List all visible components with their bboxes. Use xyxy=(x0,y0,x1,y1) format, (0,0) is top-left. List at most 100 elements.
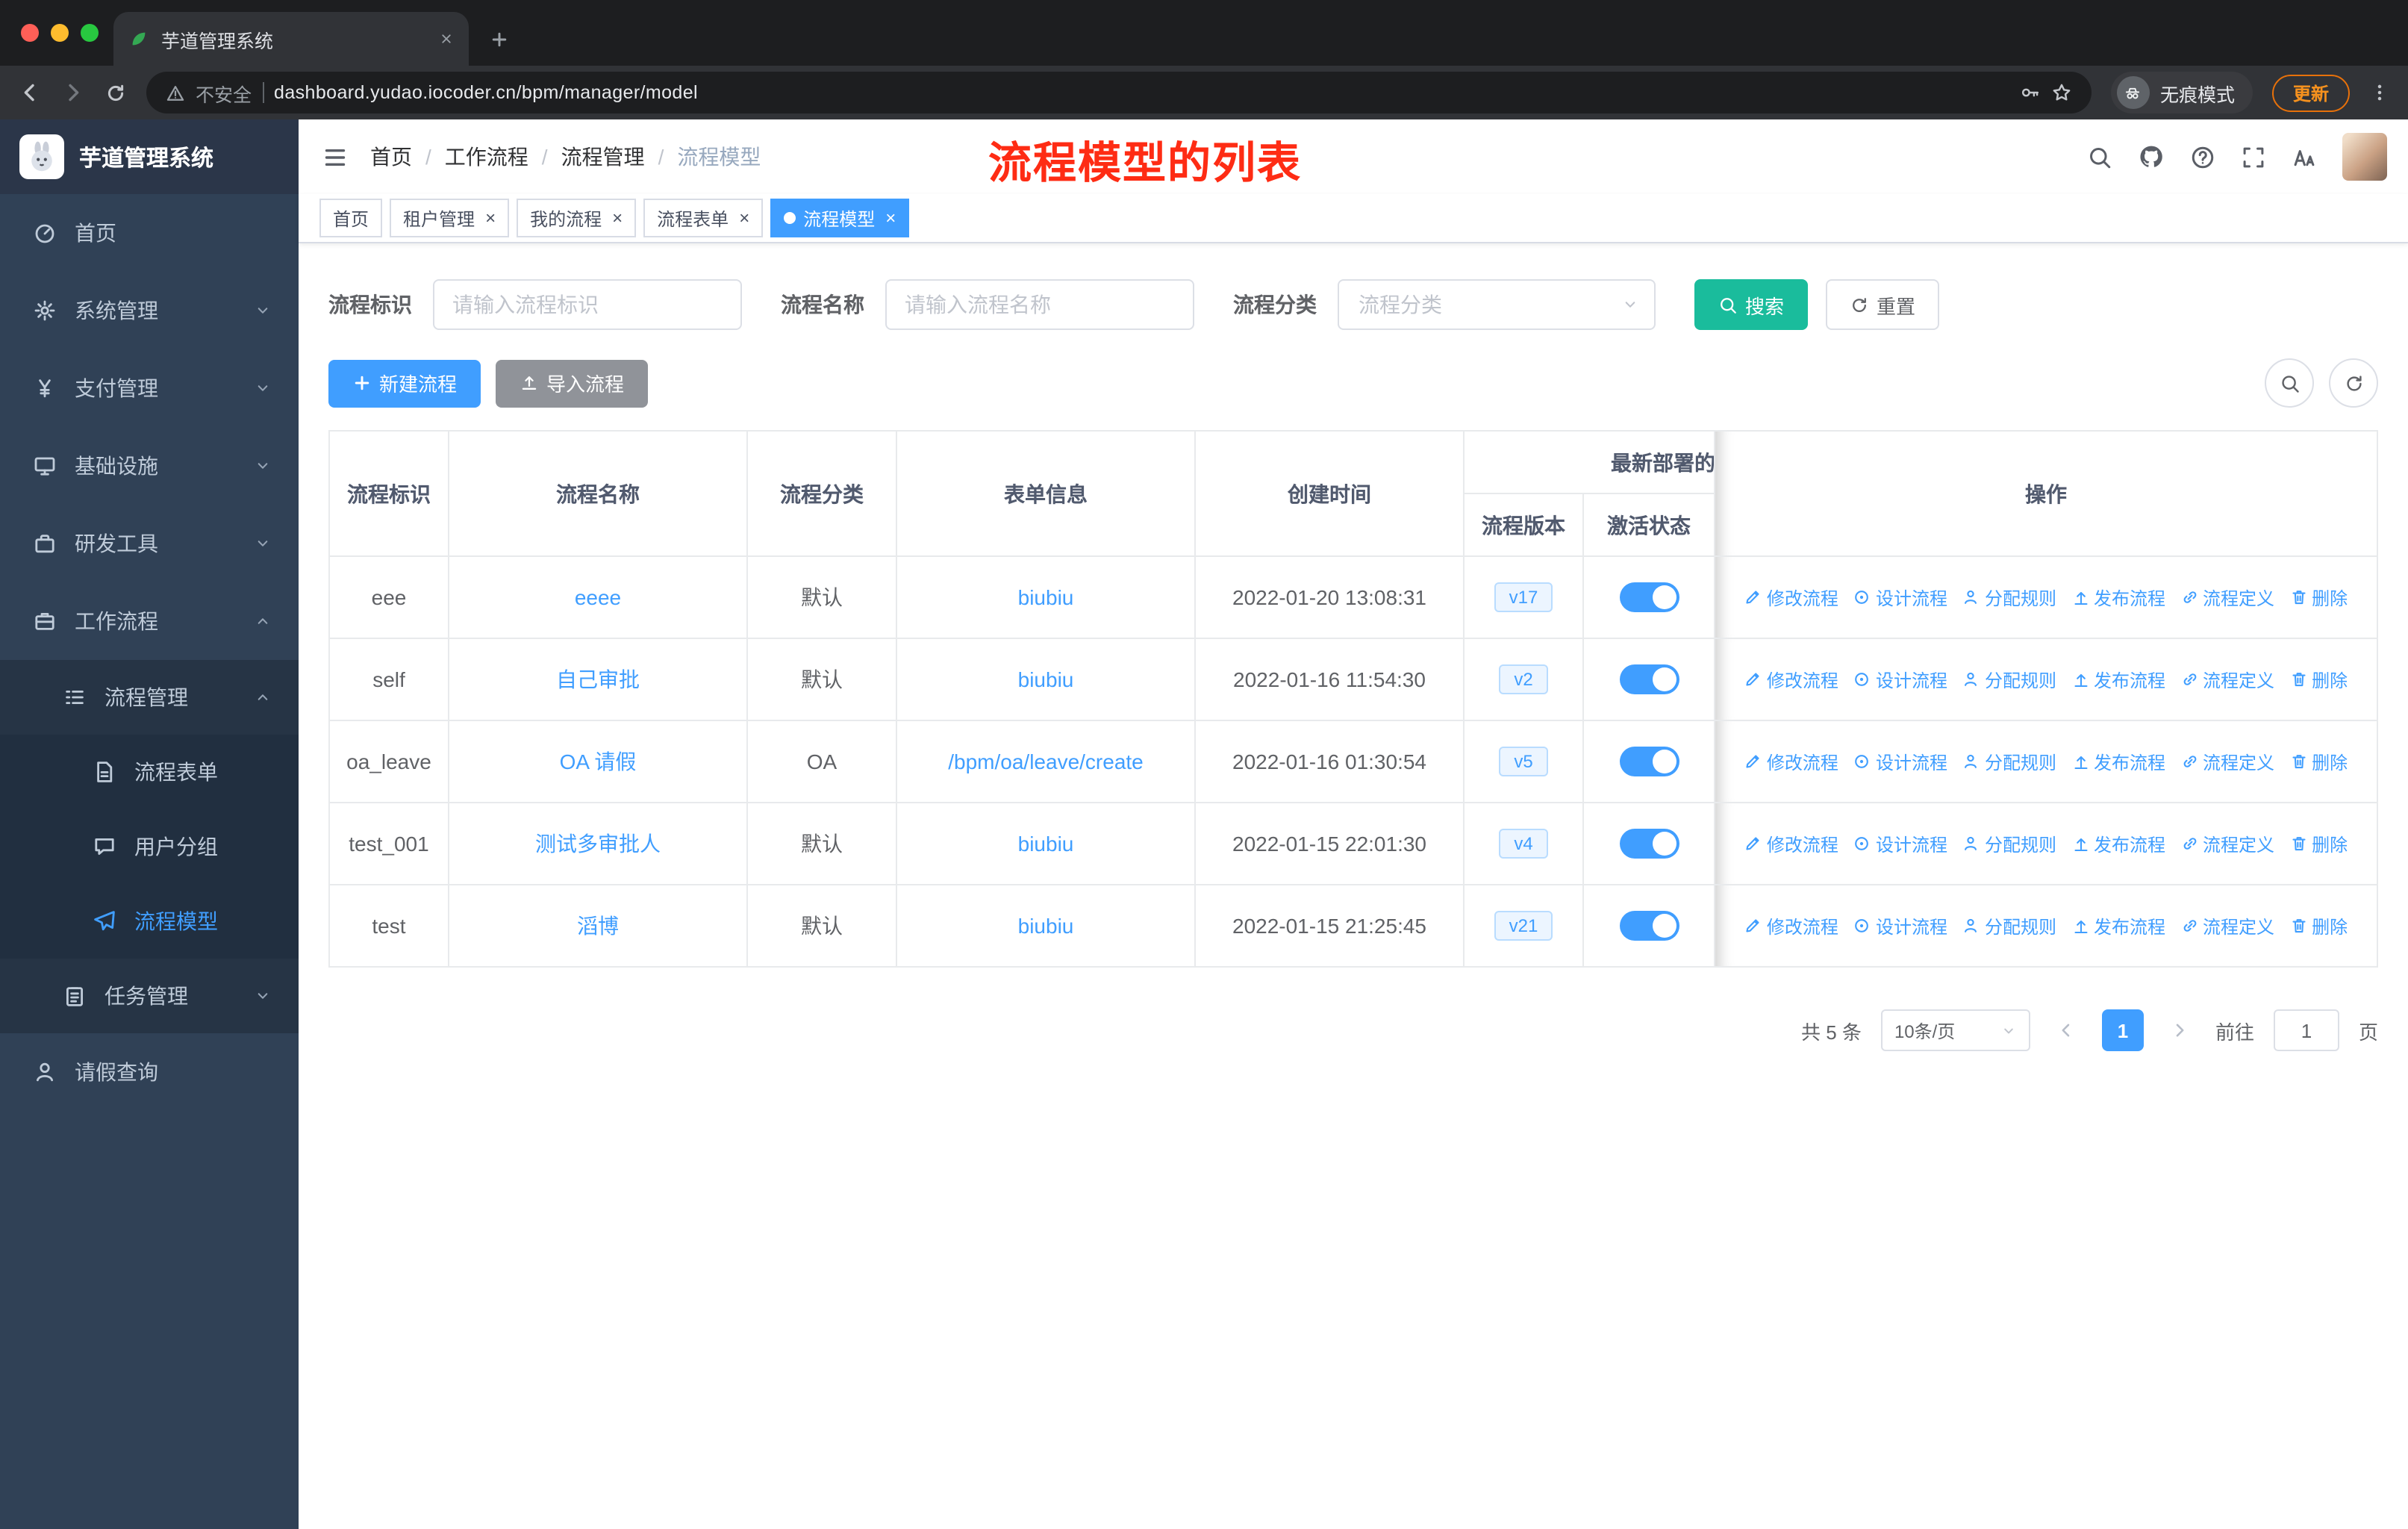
fullscreen-icon[interactable] xyxy=(2241,144,2266,169)
browser-back-button[interactable] xyxy=(18,81,42,105)
active-toggle[interactable] xyxy=(1619,747,1679,776)
address-bar[interactable]: 不安全 dashboard.yudao.iocoder.cn/bpm/manag… xyxy=(146,72,2092,113)
publish-process-link[interactable]: 发布流程 xyxy=(2071,750,2165,775)
header-search-icon[interactable] xyxy=(2087,144,2112,169)
sidebar-item-workflow[interactable]: 工作流程 xyxy=(0,582,299,660)
tab-home[interactable]: 首页 xyxy=(319,199,383,237)
process-name-input[interactable] xyxy=(885,279,1194,330)
active-toggle[interactable] xyxy=(1619,829,1679,859)
bookmark-star-icon[interactable] xyxy=(2051,82,2072,103)
process-name-link[interactable]: OA 请假 xyxy=(560,750,637,773)
sidebar-item-dev-tools[interactable]: 研发工具 xyxy=(0,505,299,582)
refresh-table-button[interactable] xyxy=(2329,358,2378,408)
security-warning-icon[interactable] xyxy=(166,83,185,102)
modify-process-link[interactable]: 修改流程 xyxy=(1744,667,1838,693)
active-toggle[interactable] xyxy=(1619,911,1679,941)
user-avatar[interactable] xyxy=(2342,133,2387,181)
publish-process-link[interactable]: 发布流程 xyxy=(2071,667,2165,693)
browser-update-button[interactable]: 更新 xyxy=(2271,74,2350,111)
browser-menu-icon[interactable] xyxy=(2369,82,2390,103)
modify-process-link[interactable]: 修改流程 xyxy=(1744,914,1838,939)
form-info-link[interactable]: biubiu xyxy=(1018,585,1074,609)
design-process-link[interactable]: 设计流程 xyxy=(1853,585,1947,611)
design-process-link[interactable]: 设计流程 xyxy=(1853,750,1947,775)
process-definition-link[interactable]: 流程定义 xyxy=(2180,667,2274,693)
breadcrumb-item-0[interactable]: 首页 xyxy=(370,142,412,172)
form-info-link[interactable]: /bpm/oa/leave/create xyxy=(948,750,1144,773)
sidebar-item-leave-query[interactable]: 请假查询 xyxy=(0,1033,299,1111)
process-name-link[interactable]: 自己审批 xyxy=(556,667,640,691)
sidebar-item-home[interactable]: 首页 xyxy=(0,194,299,272)
sidebar-item-user-group[interactable]: 用户分组 xyxy=(0,809,299,884)
form-info-link[interactable]: biubiu xyxy=(1018,914,1074,938)
page-size-select[interactable]: 10条/页 xyxy=(1880,1009,2030,1051)
close-tab-icon[interactable]: × xyxy=(739,209,749,227)
breadcrumb-item-1[interactable]: 工作流程 xyxy=(445,142,528,172)
new-tab-button[interactable] xyxy=(490,30,509,49)
app-logo[interactable]: 芋道管理系统 xyxy=(0,119,299,194)
close-tab-icon[interactable]: × xyxy=(885,209,896,227)
close-tab-icon[interactable]: × xyxy=(612,209,623,227)
process-definition-link[interactable]: 流程定义 xyxy=(2180,585,2274,611)
tab-close-icon[interactable] xyxy=(439,31,454,46)
tab-process-model[interactable]: 流程模型 × xyxy=(770,199,910,237)
assign-rules-link[interactable]: 分配规则 xyxy=(1962,914,2056,939)
assign-rules-link[interactable]: 分配规则 xyxy=(1962,750,2056,775)
incognito-badge[interactable]: 无痕模式 xyxy=(2110,72,2253,113)
assign-rules-link[interactable]: 分配规则 xyxy=(1962,832,2056,857)
close-tab-icon[interactable]: × xyxy=(485,209,496,227)
window-minimize-button[interactable] xyxy=(51,24,69,42)
sidebar-item-system-management[interactable]: 系统管理 xyxy=(0,272,299,349)
design-process-link[interactable]: 设计流程 xyxy=(1853,914,1947,939)
password-key-icon[interactable] xyxy=(2020,82,2041,103)
process-definition-link[interactable]: 流程定义 xyxy=(2180,750,2274,775)
sidebar-item-process-model[interactable]: 流程模型 xyxy=(0,884,299,959)
browser-forward-button[interactable] xyxy=(61,81,85,105)
help-icon[interactable] xyxy=(2190,144,2215,169)
previous-page-button[interactable] xyxy=(2050,1009,2083,1051)
modify-process-link[interactable]: 修改流程 xyxy=(1744,832,1838,857)
process-name-link[interactable]: 测试多审批人 xyxy=(535,832,661,856)
publish-process-link[interactable]: 发布流程 xyxy=(2071,914,2165,939)
font-size-icon[interactable] xyxy=(2292,144,2317,169)
design-process-link[interactable]: 设计流程 xyxy=(1853,667,1947,693)
process-name-link[interactable]: eeee xyxy=(575,585,621,609)
sidebar-item-infrastructure[interactable]: 基础设施 xyxy=(0,427,299,505)
assign-rules-link[interactable]: 分配规则 xyxy=(1962,585,2056,611)
reset-button[interactable]: 重置 xyxy=(1826,279,1940,330)
tab-tenant-management[interactable]: 租户管理 × xyxy=(390,199,510,237)
delete-link[interactable]: 删除 xyxy=(2289,914,2348,939)
import-process-button[interactable]: 导入流程 xyxy=(496,359,649,407)
delete-link[interactable]: 删除 xyxy=(2289,585,2348,611)
browser-tab[interactable]: 芋道管理系统 xyxy=(113,12,469,66)
breadcrumb-item-2[interactable]: 流程管理 xyxy=(561,142,645,172)
create-process-button[interactable]: 新建流程 xyxy=(328,359,481,407)
goto-page-input[interactable] xyxy=(2273,1009,2339,1051)
page-number-1[interactable]: 1 xyxy=(2101,1009,2144,1051)
sidebar-item-payment-management[interactable]: 支付管理 xyxy=(0,349,299,427)
delete-link[interactable]: 删除 xyxy=(2289,832,2348,857)
tab-my-process[interactable]: 我的流程 × xyxy=(517,199,637,237)
browser-reload-button[interactable] xyxy=(105,81,127,104)
delete-link[interactable]: 删除 xyxy=(2289,750,2348,775)
search-button[interactable]: 搜索 xyxy=(1694,279,1809,330)
form-info-link[interactable]: biubiu xyxy=(1018,667,1074,691)
design-process-link[interactable]: 设计流程 xyxy=(1853,832,1947,857)
next-page-button[interactable] xyxy=(2163,1009,2196,1051)
delete-link[interactable]: 删除 xyxy=(2289,667,2348,693)
form-info-link[interactable]: biubiu xyxy=(1018,832,1074,856)
process-name-link[interactable]: 滔博 xyxy=(577,914,619,938)
process-definition-link[interactable]: 流程定义 xyxy=(2180,832,2274,857)
sidebar-item-process-form[interactable]: 流程表单 xyxy=(0,735,299,809)
window-close-button[interactable] xyxy=(21,24,39,42)
modify-process-link[interactable]: 修改流程 xyxy=(1744,585,1838,611)
active-toggle[interactable] xyxy=(1619,582,1679,612)
sidebar-item-process-management[interactable]: 流程管理 xyxy=(0,660,299,735)
sidebar-toggle-button[interactable] xyxy=(322,144,348,169)
toggle-search-button[interactable] xyxy=(2265,358,2314,408)
process-category-select[interactable]: 流程分类 xyxy=(1338,279,1656,330)
modify-process-link[interactable]: 修改流程 xyxy=(1744,750,1838,775)
tab-process-form[interactable]: 流程表单 × xyxy=(643,199,764,237)
active-toggle[interactable] xyxy=(1619,664,1679,694)
publish-process-link[interactable]: 发布流程 xyxy=(2071,832,2165,857)
